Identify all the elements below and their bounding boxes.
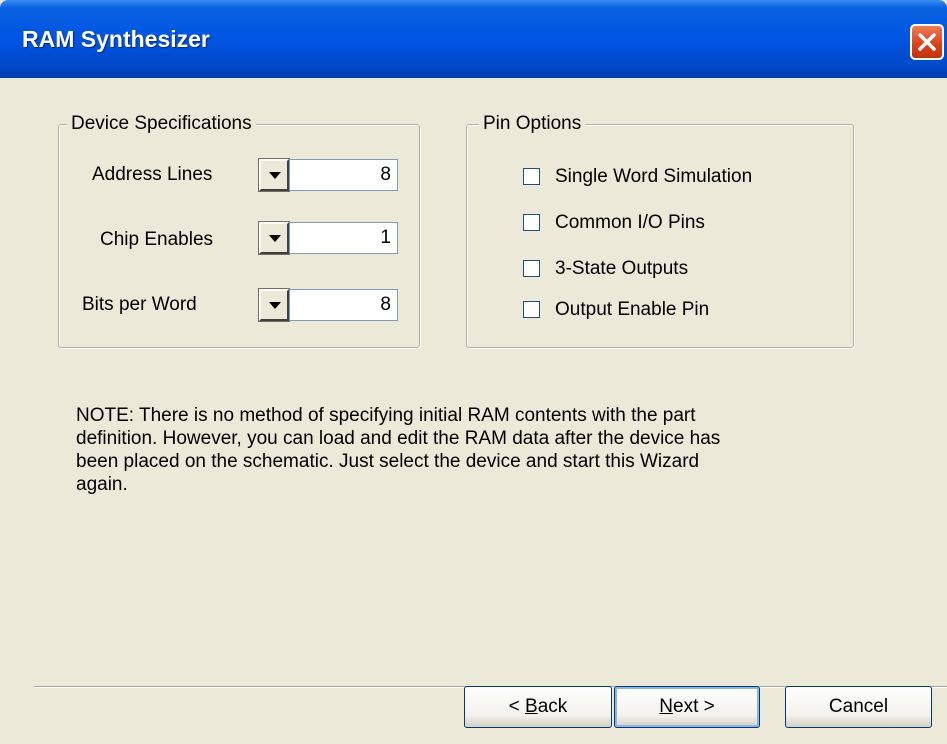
cancel-button-label: Cancel [828,696,889,717]
next-button-rest: ext > [673,696,715,717]
address-lines-field[interactable]: 8 [289,159,398,191]
three-state-outputs-checkbox[interactable] [523,260,540,277]
back-button[interactable]: < Back [464,686,612,728]
window-title: RAM Synthesizer [22,26,210,52]
common-io-pins-label[interactable]: Common I/O Pins [555,212,705,234]
device-specifications-legend: Device Specifications [67,113,256,135]
common-io-pins-checkbox[interactable] [523,214,540,231]
bits-per-word-dropdown[interactable] [258,288,290,322]
note-text: NOTE: There is no method of specifying i… [76,405,721,495]
chevron-down-icon [269,302,281,309]
chip-enables-field[interactable]: 1 [289,222,398,254]
back-button-prefix: < [508,696,526,717]
address-lines-label: Address Lines [92,164,213,185]
chip-enables-label: Chip Enables [100,229,214,250]
address-lines-dropdown[interactable] [258,158,290,192]
back-button-mnemonic: B [525,696,538,717]
chip-enables-dropdown[interactable] [258,221,290,255]
chevron-down-icon [269,235,281,242]
chevron-down-icon [269,172,281,179]
output-enable-pin-label[interactable]: Output Enable Pin [555,299,709,321]
next-button[interactable]: Next > [614,686,760,728]
cancel-button[interactable]: Cancel [785,686,932,728]
three-state-outputs-label[interactable]: 3-State Outputs [555,258,688,280]
close-button[interactable] [910,24,944,60]
output-enable-pin-checkbox[interactable] [523,301,540,318]
next-button-mnemonic: N [659,696,673,717]
bits-per-word-label: Bits per Word [82,294,197,315]
single-word-simulation-checkbox[interactable] [523,168,540,185]
pin-options-legend: Pin Options [479,113,586,135]
bits-per-word-field[interactable]: 8 [289,289,398,321]
single-word-simulation-label[interactable]: Single Word Simulation [555,166,752,188]
back-button-rest: ack [537,696,568,717]
title-bar: RAM Synthesizer [0,0,947,78]
close-icon [918,33,936,51]
